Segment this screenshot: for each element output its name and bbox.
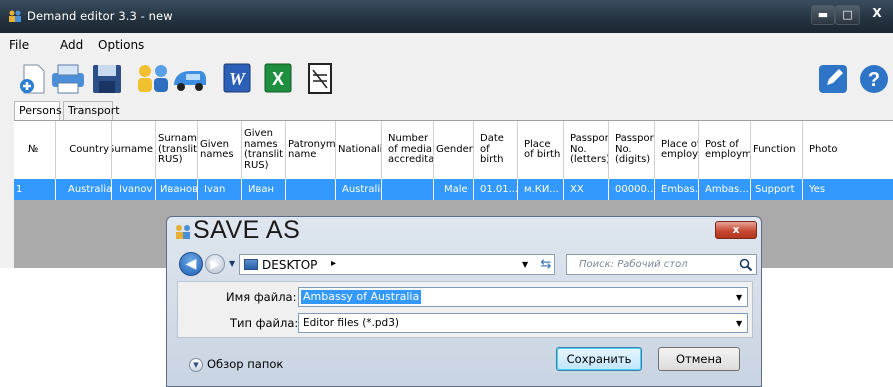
table-cell: Support [751,179,803,200]
table-cell: Australia [56,179,112,200]
edit-icon[interactable] [817,61,849,95]
filename-input[interactable]: Ambassy of Australia ▼ [298,287,748,307]
table-row[interactable]: 1 Australia Ivanov Иванов Ivan Иван Aust… [14,179,893,200]
col-function[interactable]: Function [751,121,803,179]
table-cell: 01.01.... [474,179,518,200]
col-given-names[interactable]: Given names [198,121,242,179]
filetype-label: Тип файла: [230,316,299,330]
search-input[interactable]: Поиск: Рабочий стол [566,254,757,275]
table-cell: 00000... [609,179,655,200]
col-patronym[interactable]: Patronym name [286,121,336,179]
table-cell [286,179,336,200]
col-gender[interactable]: Gender [434,121,474,179]
history-dropdown-icon[interactable]: ▼ [229,259,235,268]
chevron-down-icon[interactable]: ▼ [522,260,528,269]
transport-icon[interactable] [172,61,208,95]
app-icon [176,225,190,239]
menu-file[interactable]: File [9,38,29,52]
table-cell: 1 [14,179,56,200]
excel-icon[interactable]: X [262,61,294,95]
save-icon[interactable] [91,61,123,95]
table-cell: Australia [336,179,382,200]
table-cell: Embas... [655,179,699,200]
search-placeholder: Поиск: Рабочий стол [579,259,688,270]
back-button[interactable]: ◀ [179,252,203,276]
chevron-down-icon[interactable]: ▼ [736,319,742,328]
toolbar: W X ? [0,57,893,101]
notepad-icon[interactable] [304,61,336,95]
svg-text:X: X [272,69,284,89]
browse-folders-label[interactable]: Обзор папок [207,357,283,371]
col-given-names-translit[interactable]: Given names (translit RUS) [242,121,286,179]
save-button[interactable]: Сохранить [556,347,642,371]
col-nationality[interactable]: Nationalit [336,121,382,179]
menu-add[interactable]: Add [60,38,83,52]
chevron-down-icon[interactable]: ▼ [736,293,742,302]
col-place-of-employment[interactable]: Place of employm [655,121,699,179]
tab-persons[interactable]: Persons [14,101,62,121]
svg-text:?: ? [868,69,880,91]
new-icon[interactable] [18,61,50,95]
refresh-icon[interactable]: ⇆ [537,256,555,274]
window-title: Demand editor 3.3 - new [27,9,173,23]
menu-bar: File Add Options [0,33,893,57]
help-icon[interactable]: ? [858,61,890,95]
table-cell: Ivan [198,179,242,200]
table-cell: Yes [809,184,826,195]
table-cell: Ambas... [699,179,751,200]
filetype-select[interactable]: Editor files (*.pd3) ▼ [298,313,748,333]
app-icon [9,10,21,22]
file-fields-panel: Имя файла: Ambassy of Australia ▼ Тип фа… [177,281,753,338]
menu-options[interactable]: Options [98,38,144,52]
grid-header: № Country Surname Surname (translit RUS)… [14,121,893,179]
table-cell: Иван [242,179,286,200]
col-surname-translit[interactable]: Surname (translit RUS) [156,121,198,179]
address-path[interactable]: DESKTOP [262,258,317,272]
svg-text:W: W [229,69,247,89]
col-media-accreditation[interactable]: Number of media accredita [382,121,434,179]
col-date-of-birth[interactable]: Date of birth [474,121,518,179]
col-place-of-birth[interactable]: Place of birth [518,121,564,179]
save-as-dialog: SAVE AS x ◀ ▶ ▼ DESKTOP ▸ ▼ ⇆ Поиск: Раб… [166,216,762,387]
filename-label: Имя файла: [226,290,297,304]
tab-transport[interactable]: Transport [63,101,120,120]
close-button[interactable]: X [861,5,893,25]
col-photo[interactable]: Photo [803,121,893,179]
title-bar: Demand editor 3.3 - new ▬ □ X [0,0,893,33]
browse-folders-toggle[interactable]: ▼ [189,358,203,372]
address-bar[interactable]: DESKTOP ▸ ▼ ⇆ [239,254,555,275]
tab-strip: Persons Transport [14,101,893,121]
filetype-value: Editor files (*.pd3) [303,317,400,329]
col-surname[interactable]: Surname [112,121,156,179]
col-country[interactable]: Country [56,121,112,179]
col-passport-letters[interactable]: Passport No. (letters) [564,121,609,179]
chevron-right-icon[interactable]: ▸ [331,258,336,269]
table-cell: м.КИ... [518,179,564,200]
print-icon[interactable] [50,61,86,95]
table-cell [382,179,434,200]
table-cell: Ivanov [112,179,156,200]
minimize-button[interactable]: ▬ [811,5,835,25]
dialog-close-button[interactable]: x [715,221,757,239]
search-icon[interactable] [739,258,753,272]
table-cell: Male [434,179,474,200]
col-post-of-employment[interactable]: Post of employm [699,121,751,179]
persons-icon[interactable] [135,61,171,95]
maximize-button[interactable]: □ [835,5,860,25]
table-cell: XX [564,179,609,200]
col-passport-digits[interactable]: Passport No. (digits) [609,121,655,179]
table-cell: Иванов [156,179,198,200]
folder-icon [244,259,258,270]
navigation-bar: ◀ ▶ ▼ DESKTOP ▸ ▼ ⇆ Поиск: Рабочий стол [179,251,757,279]
cancel-button[interactable]: Отмена [658,347,740,371]
word-icon[interactable]: W [221,61,253,95]
dialog-title: SAVE AS [193,216,301,244]
forward-button[interactable]: ▶ [205,254,225,274]
col-number[interactable]: № [14,121,56,179]
filename-value[interactable]: Ambassy of Australia [301,290,422,304]
